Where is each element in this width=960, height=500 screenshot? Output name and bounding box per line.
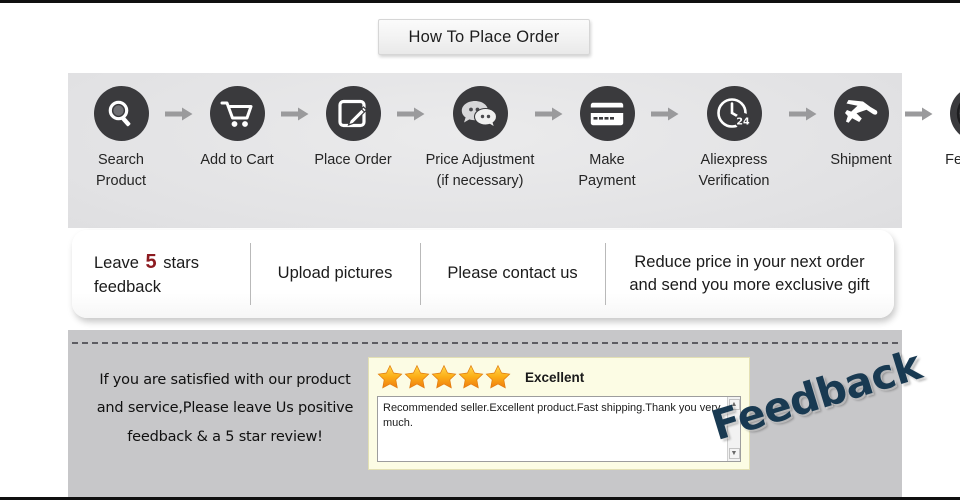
promise-line2: and send you more exclusive gift xyxy=(629,276,870,294)
promise-line1: Reduce price in your next order xyxy=(634,252,865,271)
clock-24-icon: 24 xyxy=(706,86,762,141)
step-search-product: Search Product xyxy=(78,86,164,192)
rating-label: Excellent xyxy=(525,369,585,385)
chat-bubbles-icon xyxy=(452,86,508,141)
review-text: Recommended seller.Excellent product.Fas… xyxy=(383,402,721,429)
step-price-adjustment: Price Adjustment (if necessary) xyxy=(426,86,534,192)
arrow-right-icon xyxy=(280,86,310,141)
arrow-right-icon xyxy=(534,86,564,141)
page-title-box: How To Place Order xyxy=(378,19,590,55)
satisfaction-message: If you are satisfied with our product an… xyxy=(80,366,370,451)
step-label-line1: Add to Cart xyxy=(200,152,274,168)
promise-contact-us: Please contact us xyxy=(420,243,605,305)
step-label-line2: (if necessary) xyxy=(436,173,524,190)
star-icon xyxy=(485,364,511,389)
step-label: Aliexpress Verification xyxy=(699,150,770,192)
step-label-line1: Price Adjustment xyxy=(425,152,535,168)
review-card: Excellent Recommended seller.Excellent p… xyxy=(368,357,750,470)
review-textarea[interactable]: Recommended seller.Excellent product.Fas… xyxy=(377,396,741,462)
promise-reduce-price: Reduce price in your next order and send… xyxy=(605,243,894,305)
step-shipment: Shipment xyxy=(818,86,904,171)
step-feedback: Feedback xyxy=(934,86,960,171)
step-make-payment: Make Payment xyxy=(564,86,650,192)
scroll-down-icon[interactable]: ▼ xyxy=(728,448,740,459)
step-label-line2: Product xyxy=(96,173,146,190)
shopping-cart-icon xyxy=(209,86,265,141)
dashed-divider xyxy=(72,342,898,344)
promise-upload-pictures: Upload pictures xyxy=(250,243,420,305)
step-place-order: Place Order xyxy=(310,86,396,171)
step-label-line1: Shipment xyxy=(830,152,892,168)
svg-text:24: 24 xyxy=(736,116,750,127)
promise-text: Please contact us xyxy=(447,264,578,283)
arrow-right-icon xyxy=(396,86,426,141)
top-border-rule xyxy=(0,0,960,3)
promise-text: Upload pictures xyxy=(277,264,393,283)
page-title: How To Place Order xyxy=(408,27,560,46)
step-label: Make Payment xyxy=(578,150,635,192)
step-label-line1: Search xyxy=(98,152,144,168)
step-aliexpress-verification: 24 Aliexpress Verification xyxy=(680,86,788,192)
satisfaction-line1: If you are satisfied with our product xyxy=(99,372,351,388)
highlight-five: 5 xyxy=(145,251,157,274)
step-label: Add to Cart xyxy=(200,150,273,171)
satisfaction-line2: and service,Please leave Us positive xyxy=(96,400,354,417)
arrow-right-icon xyxy=(650,86,680,141)
step-label-line1: Place Order xyxy=(314,152,392,168)
step-label-line1: Make xyxy=(589,152,625,168)
step-label: Search Product xyxy=(96,150,146,192)
satisfaction-line3: feedback & a 5 star review! xyxy=(127,428,323,445)
thumbs-up-icon xyxy=(949,86,960,141)
star-rating xyxy=(377,364,511,390)
arrow-right-icon xyxy=(164,86,194,141)
arrow-right-icon xyxy=(788,86,818,141)
credit-card-icon xyxy=(579,86,635,141)
step-label-line1: Feedback xyxy=(945,152,960,168)
airplane-icon xyxy=(833,86,889,141)
step-label-line1: Aliexpress xyxy=(700,152,768,168)
step-label: Feedback xyxy=(945,150,960,171)
steps-panel: Search Product Add to Cart Place Order P… xyxy=(68,73,960,228)
review-header: Excellent xyxy=(369,358,749,390)
arrow-right-icon xyxy=(904,86,934,141)
step-label: Place Order xyxy=(314,150,391,171)
order-instructions-banner: How To Place Order Search Product Add to… xyxy=(0,0,960,500)
star-icon xyxy=(431,364,457,389)
step-add-to-cart: Add to Cart xyxy=(194,86,280,171)
step-label: Shipment xyxy=(830,150,891,171)
step-label-line2: Payment xyxy=(578,173,636,190)
promise-text: Reduce price in your next order and send… xyxy=(629,251,869,298)
promise-leave-5-stars: Leave 5 stars feedback xyxy=(72,243,250,305)
star-icon xyxy=(377,364,403,389)
star-icon xyxy=(404,364,430,389)
promise-pre: Leave xyxy=(94,254,144,273)
star-icon xyxy=(458,364,484,389)
edit-note-icon xyxy=(325,86,381,141)
steps-row: Search Product Add to Cart Place Order P… xyxy=(68,73,960,228)
step-label-line2: Verification xyxy=(698,173,770,190)
promise-text: Leave 5 stars feedback xyxy=(94,248,240,300)
promises-card: Leave 5 stars feedback Upload pictures P… xyxy=(72,230,894,318)
magnifier-icon xyxy=(93,86,149,141)
step-label: Price Adjustment (if necessary) xyxy=(426,150,535,192)
